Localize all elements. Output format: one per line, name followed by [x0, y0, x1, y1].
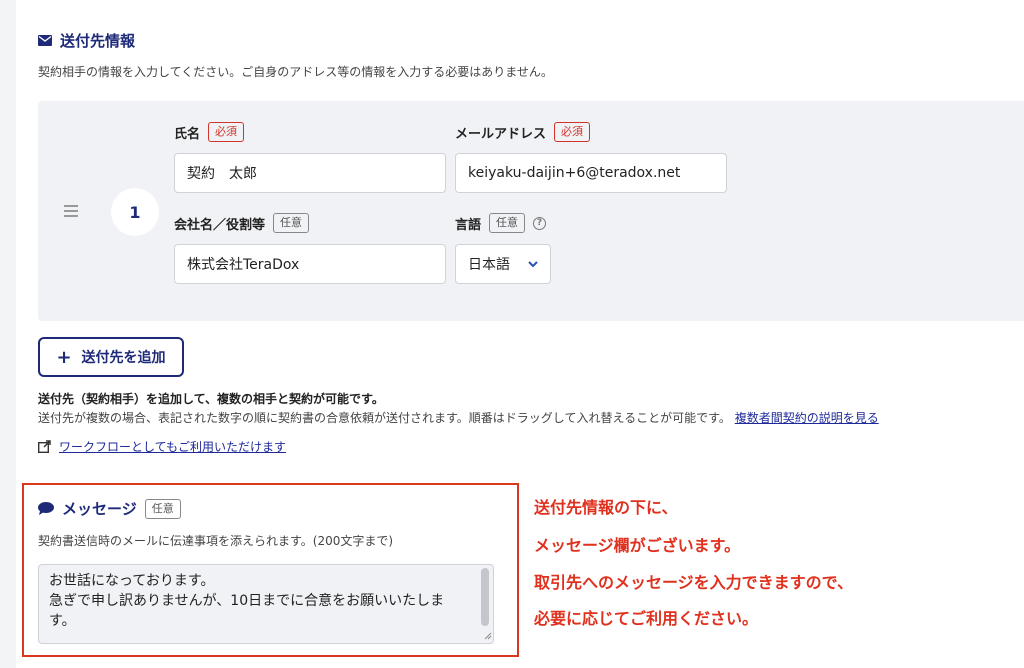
language-select-value: 日本語: [468, 257, 510, 273]
optional-badge: 任意: [144, 498, 181, 519]
plus-icon: +: [56, 346, 72, 368]
message-section-title: メッセージ 任意: [38, 498, 181, 519]
annotation-line-3: 取引先へのメッセージを入力できますので、: [534, 573, 854, 592]
page: 送付先情報 契約相手の情報を入力してください。ご自身のアドレス等の情報を入力する…: [16, 0, 1024, 668]
company-label: 会社名／役割等 任意: [174, 213, 310, 233]
required-badge: 必須: [554, 122, 591, 142]
workflow-link[interactable]: ワークフローとしてもご利用いただけます: [59, 438, 286, 455]
annotation-line-1: 送付先情報の下に、: [534, 498, 678, 517]
message-section-description: 契約書送信時のメールに伝達事項を添えられます。(200文字まで): [38, 534, 394, 548]
optional-badge: 任意: [489, 213, 526, 233]
workflow-link-row: ワークフローとしてもご利用いただけます: [38, 438, 286, 455]
recipient-order-number: 1: [111, 188, 159, 236]
multi-recipient-info-text: 送付先が複数の場合、表記された数字の順に契約書の合意依頼が送付されます。順番はド…: [38, 409, 879, 426]
language-label-text: 言語: [455, 217, 482, 233]
chat-bubble-icon: [38, 502, 54, 515]
name-label: 氏名 必須: [174, 122, 245, 142]
resize-grip-icon[interactable]: [482, 630, 492, 640]
email-input[interactable]: [455, 153, 727, 193]
message-textarea[interactable]: お世話になっております。 急ぎで申し訳ありませんが、10日までに合意をお願いいた…: [38, 564, 494, 644]
recipient-section-title: 送付先情報: [38, 30, 135, 51]
drag-handle-icon[interactable]: [64, 205, 78, 217]
textarea-scrollbar[interactable]: [481, 568, 489, 626]
add-recipient-label: 送付先を追加: [81, 350, 166, 366]
language-label: 言語 任意 ?: [455, 213, 547, 233]
language-select[interactable]: 日本語: [455, 244, 551, 284]
external-link-icon: [38, 440, 51, 453]
required-badge: 必須: [208, 122, 245, 142]
multi-recipient-info-body: 送付先が複数の場合、表記された数字の順に契約書の合意依頼が送付されます。順番はド…: [38, 411, 731, 425]
company-label-text: 会社名／役割等: [174, 217, 266, 233]
email-label-text: メールアドレス: [455, 126, 547, 142]
name-input[interactable]: [174, 153, 446, 193]
help-icon[interactable]: ?: [533, 216, 547, 230]
optional-badge: 任意: [273, 213, 310, 233]
add-recipient-button[interactable]: + 送付先を追加: [38, 337, 184, 377]
message-section-title-text: メッセージ: [62, 500, 137, 518]
annotation-line-2: メッセージ欄がございます。: [534, 536, 741, 555]
email-label: メールアドレス 必須: [455, 122, 591, 142]
annotation-line-4: 必要に応じてご利用ください。: [534, 609, 759, 628]
multi-party-help-link[interactable]: 複数者間契約の説明を見る: [735, 411, 879, 425]
mail-icon: [38, 35, 52, 46]
recipient-section-description: 契約相手の情報を入力してください。ご自身のアドレス等の情報を入力する必要はありま…: [38, 65, 553, 79]
name-label-text: 氏名: [174, 126, 201, 142]
company-input[interactable]: [174, 244, 446, 284]
recipient-section-title-text: 送付先情報: [60, 32, 136, 50]
chevron-down-icon: [528, 260, 538, 267]
multi-recipient-info-heading: 送付先（契約相手）を追加して、複数の相手と契約が可能です。: [38, 392, 384, 406]
